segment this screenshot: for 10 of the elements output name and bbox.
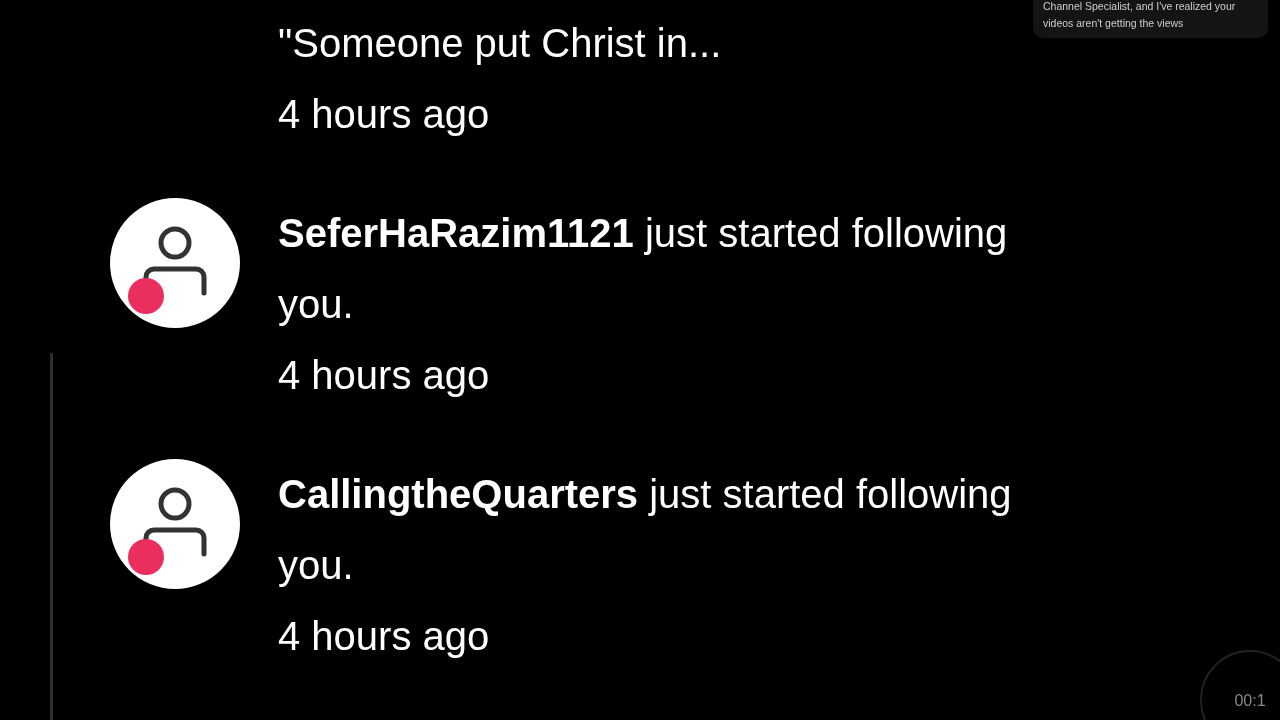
notification-time: 4 hours ago	[278, 613, 491, 660]
user-avatar-icon	[110, 459, 240, 589]
popup-text: Channel Specialist, and I've realized your videos aren't getting the views	[1043, 0, 1237, 31]
notification-message: SeferHaRazim1121 just started following you.	[278, 210, 1009, 328]
notification-message: CallingtheQuarters just started following you.	[278, 471, 1013, 589]
notification-time: 4 hours ago	[278, 91, 491, 138]
user-avatar-icon	[110, 198, 240, 328]
notification-message: "Someone put Christ in...	[278, 20, 723, 67]
notification-time: 4 hours ago	[278, 352, 491, 399]
timer-text: 00:1	[1234, 692, 1266, 711]
